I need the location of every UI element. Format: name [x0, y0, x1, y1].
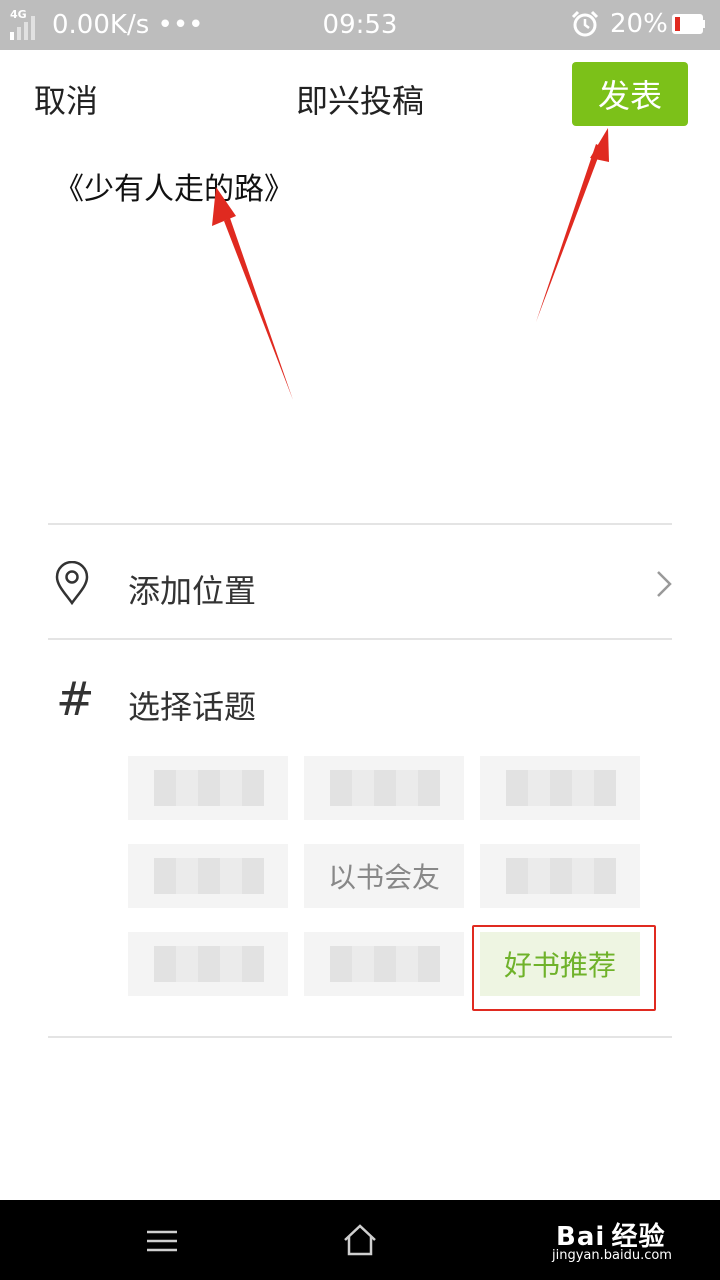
topic-tag-blurred[interactable] [304, 756, 464, 820]
map-pin-icon [55, 561, 89, 605]
add-location-label[interactable]: 添加位置 [128, 566, 256, 612]
post-text-input[interactable]: 《少有人走的路》 [54, 164, 294, 208]
watermark: Bai 经验 jingyan.baidu.com [548, 1216, 712, 1268]
battery-icon [672, 14, 705, 34]
battery-percent: 20% [610, 9, 668, 39]
chevron-right-icon[interactable] [650, 566, 676, 602]
annotation-arrow [212, 187, 293, 400]
topic-tag-blurred[interactable] [304, 932, 464, 996]
topic-tag-blurred[interactable] [128, 932, 288, 996]
annotation-arrow [536, 128, 609, 322]
hash-icon: # [56, 672, 95, 726]
topic-tag-blurred[interactable] [128, 844, 288, 908]
topic-tag-book-club[interactable]: 以书会友 [304, 844, 464, 908]
home-icon[interactable] [335, 1216, 385, 1266]
topic-tag-blurred[interactable] [480, 756, 640, 820]
alarm-clock-icon [571, 10, 599, 37]
annotation-highlight-box [472, 925, 656, 1011]
divider [48, 1036, 672, 1038]
topic-tag-blurred[interactable] [128, 756, 288, 820]
choose-topic-label: 选择话题 [128, 688, 257, 726]
menu-icon[interactable] [137, 1216, 187, 1266]
publish-button[interactable]: 发表 [572, 62, 688, 126]
watermark-url: jingyan.baidu.com [552, 1248, 672, 1263]
divider [48, 523, 672, 525]
status-bar: 4G 0.00K/s ••• 09:53 20% [0, 0, 720, 50]
divider [48, 638, 672, 640]
topic-tag-blurred[interactable] [480, 844, 640, 908]
